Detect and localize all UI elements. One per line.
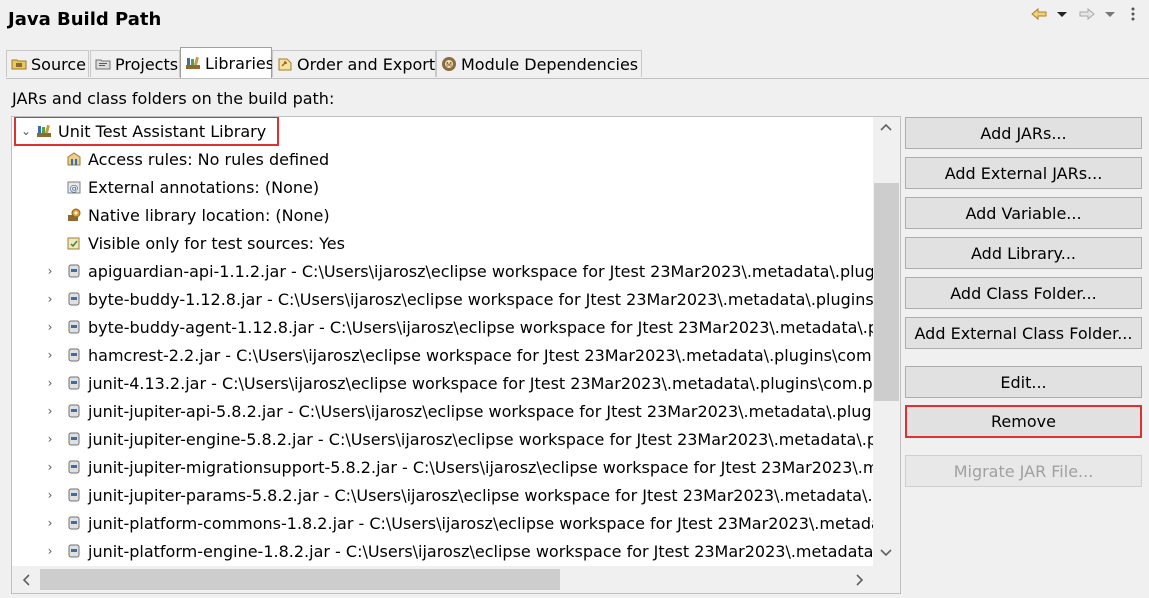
- back-arrow-icon[interactable]: [1030, 6, 1048, 22]
- migrate-jar-button: Migrate JAR File...: [905, 455, 1142, 487]
- chevron-right-icon[interactable]: ›: [40, 488, 60, 502]
- jar-icon: [66, 543, 82, 559]
- svg-text:@: @: [70, 184, 79, 194]
- forward-dropdown-icon[interactable]: [1104, 6, 1116, 22]
- jar-icon: [66, 263, 82, 279]
- chevron-right-icon[interactable]: ›: [40, 544, 60, 558]
- add-class-folder-button[interactable]: Add Class Folder...: [905, 277, 1142, 309]
- tree-row-jar[interactable]: › junit-4.13.2.jar - C:\Users\ijarosz\ec…: [12, 369, 900, 397]
- edit-button[interactable]: Edit...: [905, 366, 1142, 398]
- jar-icon: [66, 515, 82, 531]
- chevron-right-icon[interactable]: ›: [40, 292, 60, 306]
- module-icon: M: [441, 56, 457, 72]
- tab-module-dependencies[interactable]: M Module Dependencies: [436, 50, 642, 77]
- add-library-button[interactable]: Add Library...: [905, 237, 1142, 269]
- add-external-jars-button[interactable]: Add External JARs...: [905, 157, 1142, 189]
- chevron-right-icon[interactable]: ›: [40, 432, 60, 446]
- add-external-class-folder-button[interactable]: Add External Class Folder...: [905, 317, 1142, 349]
- jar-icon: [66, 459, 82, 475]
- tree-row-jar[interactable]: › junit-platform-commons-1.8.2.jar - C:\…: [12, 509, 900, 537]
- page-title: Java Build Path: [8, 9, 162, 30]
- tree-row-jar[interactable]: › junit-jupiter-engine-5.8.2.jar - C:\Us…: [12, 425, 900, 453]
- chevron-right-icon[interactable]: ›: [40, 320, 60, 334]
- source-folder-icon: [11, 56, 27, 72]
- tree-row-jar[interactable]: › byte-buddy-agent-1.12.8.jar - C:\Users…: [12, 313, 900, 341]
- tab-source[interactable]: Source: [6, 50, 89, 77]
- back-dropdown-icon[interactable]: [1056, 6, 1068, 22]
- projects-icon: [95, 56, 111, 72]
- tab-divider: [6, 78, 1149, 79]
- tree-row-native-library[interactable]: Native library location: (None): [12, 201, 900, 229]
- jar-icon: [66, 319, 82, 335]
- tree-row-access-rules[interactable]: Access rules: No rules defined: [12, 145, 900, 173]
- scroll-left-icon[interactable]: [20, 573, 34, 591]
- annotations-icon: @: [66, 179, 82, 195]
- scroll-up-icon[interactable]: [879, 121, 893, 139]
- jar-icon: [66, 403, 82, 419]
- libraries-icon: [185, 55, 201, 71]
- jar-icon: [66, 347, 82, 363]
- view-menu-icon[interactable]: [1130, 6, 1136, 22]
- tree-row-jar[interactable]: › junit-jupiter-migrationsupport-5.8.2.j…: [12, 453, 900, 481]
- order-export-icon: [277, 56, 293, 72]
- scroll-down-icon[interactable]: [879, 545, 893, 563]
- chevron-right-icon[interactable]: ›: [40, 348, 60, 362]
- tree-row-jar[interactable]: › hamcrest-2.2.jar - C:\Users\ijarosz\ec…: [12, 341, 900, 369]
- chevron-right-icon[interactable]: ›: [40, 404, 60, 418]
- jar-icon: [66, 291, 82, 307]
- chevron-right-icon[interactable]: ›: [40, 376, 60, 390]
- jar-icon: [66, 487, 82, 503]
- chevron-right-icon[interactable]: ›: [40, 460, 60, 474]
- build-path-caption: JARs and class folders on the build path…: [12, 89, 335, 108]
- jar-icon: [66, 375, 82, 391]
- horizontal-scroll-thumb[interactable]: [40, 569, 560, 590]
- tab-libraries[interactable]: Libraries: [180, 47, 274, 78]
- tree-row-jar[interactable]: › apiguardian-api-1.1.2.jar - C:\Users\i…: [12, 257, 900, 285]
- jar-icon: [66, 431, 82, 447]
- test-sources-icon: [66, 235, 82, 251]
- tree-row-external-annotations[interactable]: @ External annotations: (None): [12, 173, 900, 201]
- tree-row-visible-test-sources[interactable]: Visible only for test sources: Yes: [12, 229, 900, 257]
- native-library-icon: [66, 207, 82, 223]
- library-highlight-box: [14, 117, 279, 146]
- tree-row-jar[interactable]: › junit-jupiter-api-5.8.2.jar - C:\Users…: [12, 397, 900, 425]
- chevron-right-icon[interactable]: ›: [40, 516, 60, 530]
- add-jars-button[interactable]: Add JARs...: [905, 117, 1142, 149]
- tab-order-and-export[interactable]: Order and Export: [272, 50, 436, 77]
- tree-row-jar[interactable]: › junit-jupiter-params-5.8.2.jar - C:\Us…: [12, 481, 900, 509]
- tree-row-jar[interactable]: › byte-buddy-1.12.8.jar - C:\Users\ijaro…: [12, 285, 900, 313]
- tab-projects[interactable]: Projects: [90, 50, 180, 77]
- vertical-scroll-thumb[interactable]: [874, 183, 899, 401]
- tree-row-jar[interactable]: › junit-platform-engine-1.8.2.jar - C:\U…: [12, 537, 900, 565]
- chevron-right-icon[interactable]: ›: [40, 264, 60, 278]
- scroll-right-icon[interactable]: [852, 573, 866, 591]
- remove-button[interactable]: Remove: [905, 405, 1142, 438]
- title-bar: Java Build Path: [0, 0, 1149, 40]
- access-rules-icon: [66, 151, 82, 167]
- forward-arrow-icon[interactable]: [1078, 6, 1096, 22]
- build-path-tree[interactable]: ⌄ Unit Test Assistant Library Access rul…: [11, 116, 901, 594]
- add-variable-button[interactable]: Add Variable...: [905, 197, 1142, 229]
- svg-text:M: M: [446, 61, 452, 69]
